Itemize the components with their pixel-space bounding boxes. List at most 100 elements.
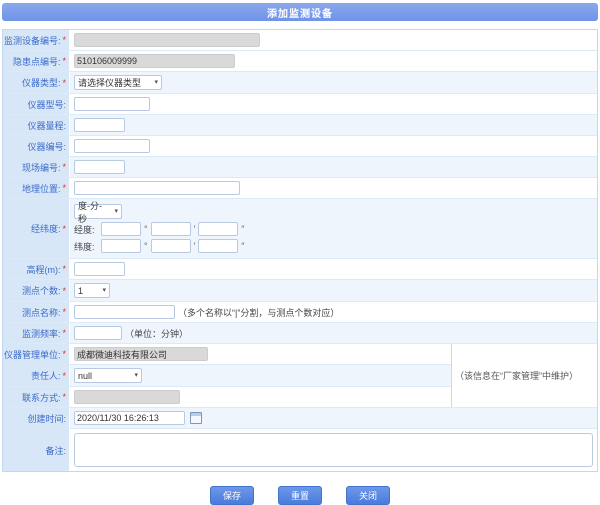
instrument-range-label: 仪器量程:: [3, 115, 70, 135]
device-no-input[interactable]: [74, 33, 260, 47]
row-site-no: 现场编号:*: [3, 157, 597, 178]
label-text: 现场编号:: [22, 161, 61, 174]
remark-textarea[interactable]: [74, 433, 593, 467]
action-buttons: 保存 重置 关闭: [0, 486, 600, 505]
required-marker: *: [62, 328, 66, 338]
row-instrument-range: 仪器量程:: [3, 115, 597, 136]
frequency-label: 监测频率:*: [3, 323, 70, 343]
hazard-no-input[interactable]: [74, 54, 235, 68]
point-names-label: 测点名称:*: [3, 302, 70, 322]
frequency-input[interactable]: [74, 326, 122, 340]
chevron-down-icon: ▾: [102, 287, 106, 294]
geo-location-label: 地理位置:*: [3, 178, 70, 198]
row-create-time: 创建时间:: [3, 408, 597, 429]
row-point-count: 测点个数:* 1 ▾: [3, 280, 597, 302]
degree-unit: °: [144, 224, 148, 234]
degree-unit: °: [144, 241, 148, 251]
row-device-no: 监测设备编号:*: [3, 30, 597, 51]
required-marker: *: [62, 371, 66, 381]
vendor-section: 仪器管理单位:* 责任人:* null ▾: [3, 344, 597, 408]
label-text: 仪器型号:: [27, 98, 66, 111]
instrument-no-label: 仪器编号:: [3, 136, 70, 156]
label-text: 隐患点编号:: [13, 55, 61, 68]
contact-label: 联系方式:*: [3, 387, 70, 407]
close-button[interactable]: 关闭: [346, 486, 390, 505]
required-marker: *: [62, 392, 66, 402]
reset-button[interactable]: 重置: [278, 486, 322, 505]
second-unit: ″: [241, 224, 244, 234]
chevron-down-icon: ▾: [114, 208, 118, 215]
longitude-deg-input[interactable]: [101, 222, 141, 236]
row-frequency: 监测频率:* （单位：分钟）: [3, 323, 597, 344]
label-text: 仪器管理单位:: [4, 348, 61, 361]
row-elevation: 高程(m):*: [3, 259, 597, 280]
point-count-label: 测点个数:*: [3, 280, 70, 301]
label-text: 仪器类型:: [22, 76, 61, 89]
label-text: 高程(m):: [26, 263, 60, 276]
instrument-model-label: 仪器型号:: [3, 94, 70, 114]
row-instrument-model: 仪器型号:: [3, 94, 597, 115]
selected-option: 请选择仪器类型: [78, 76, 141, 89]
save-button[interactable]: 保存: [210, 486, 254, 505]
latitude-sec-input[interactable]: [198, 239, 238, 253]
required-marker: *: [62, 286, 66, 296]
management-unit-label: 仪器管理单位:*: [3, 344, 70, 364]
device-form: 监测设备编号:* 隐患点编号:* 仪器类型:* 请选择仪器类型 ▾: [2, 29, 598, 472]
minute-unit: ′: [194, 241, 196, 251]
dialog-title: 添加监测设备: [2, 3, 598, 21]
chevron-down-icon: ▾: [154, 79, 158, 86]
point-names-input[interactable]: [74, 305, 175, 319]
site-no-input[interactable]: [74, 160, 125, 174]
instrument-type-select[interactable]: 请选择仪器类型 ▾: [74, 75, 162, 90]
row-coordinates: 经纬度:* 度-分-秒 ▾ 经度: ° ′: [3, 199, 597, 259]
hazard-no-label: 隐患点编号:*: [3, 51, 70, 71]
longitude-min-input[interactable]: [151, 222, 191, 236]
label-text: 监测频率:: [22, 327, 61, 340]
latitude-deg-input[interactable]: [101, 239, 141, 253]
label-text: 仪器量程:: [27, 119, 66, 132]
latitude-min-input[interactable]: [151, 239, 191, 253]
row-hazard-no: 隐患点编号:*: [3, 51, 597, 72]
coordinate-format-select[interactable]: 度-分-秒 ▾: [74, 204, 122, 219]
latitude-label: 纬度:: [74, 240, 98, 253]
elevation-label: 高程(m):*: [3, 259, 70, 279]
coordinates-label: 经纬度:*: [3, 199, 70, 258]
label-text: 监测设备编号:: [4, 34, 61, 47]
required-marker: *: [62, 78, 66, 88]
instrument-model-input[interactable]: [74, 97, 150, 111]
longitude-sec-input[interactable]: [198, 222, 238, 236]
management-unit-input[interactable]: [74, 347, 208, 361]
contact-input[interactable]: [74, 390, 180, 404]
required-marker: *: [62, 264, 66, 274]
required-marker: *: [62, 224, 66, 234]
chevron-down-icon: ▾: [134, 372, 138, 379]
required-marker: *: [62, 307, 66, 317]
label-text: 责任人:: [31, 369, 61, 382]
remark-label: 备注:: [3, 429, 70, 471]
row-management-unit: 仪器管理单位:*: [3, 344, 451, 365]
vendor-note: （该信息在“厂家管理”中维护）: [451, 344, 597, 407]
device-no-label: 监测设备编号:*: [3, 30, 70, 50]
required-marker: *: [62, 56, 66, 66]
row-responsible-person: 责任人:* null ▾: [3, 365, 451, 387]
calendar-icon[interactable]: [190, 412, 202, 424]
label-text: 测点个数:: [22, 284, 61, 297]
point-count-select[interactable]: 1 ▾: [74, 283, 110, 298]
label-text: 测点名称:: [22, 306, 61, 319]
elevation-input[interactable]: [74, 262, 125, 276]
point-names-hint: （多个名称以“|”分割，与测点个数对应）: [178, 306, 339, 319]
add-device-dialog: 添加监测设备 监测设备编号:* 隐患点编号:* 仪器类型:*: [0, 3, 600, 505]
required-marker: *: [62, 35, 66, 45]
geo-location-input[interactable]: [74, 181, 240, 195]
frequency-hint: （单位：分钟）: [125, 327, 188, 340]
create-time-label: 创建时间:: [3, 408, 70, 428]
instrument-range-input[interactable]: [74, 118, 125, 132]
create-time-input[interactable]: [74, 411, 185, 425]
selected-option: 度-分-秒: [78, 199, 109, 225]
responsible-person-select[interactable]: null ▾: [74, 368, 142, 383]
vendor-note-text: （该信息在“厂家管理”中维护）: [455, 369, 578, 382]
required-marker: *: [62, 162, 66, 172]
instrument-no-input[interactable]: [74, 139, 150, 153]
selected-option: null: [78, 371, 92, 381]
row-instrument-no: 仪器编号:: [3, 136, 597, 157]
